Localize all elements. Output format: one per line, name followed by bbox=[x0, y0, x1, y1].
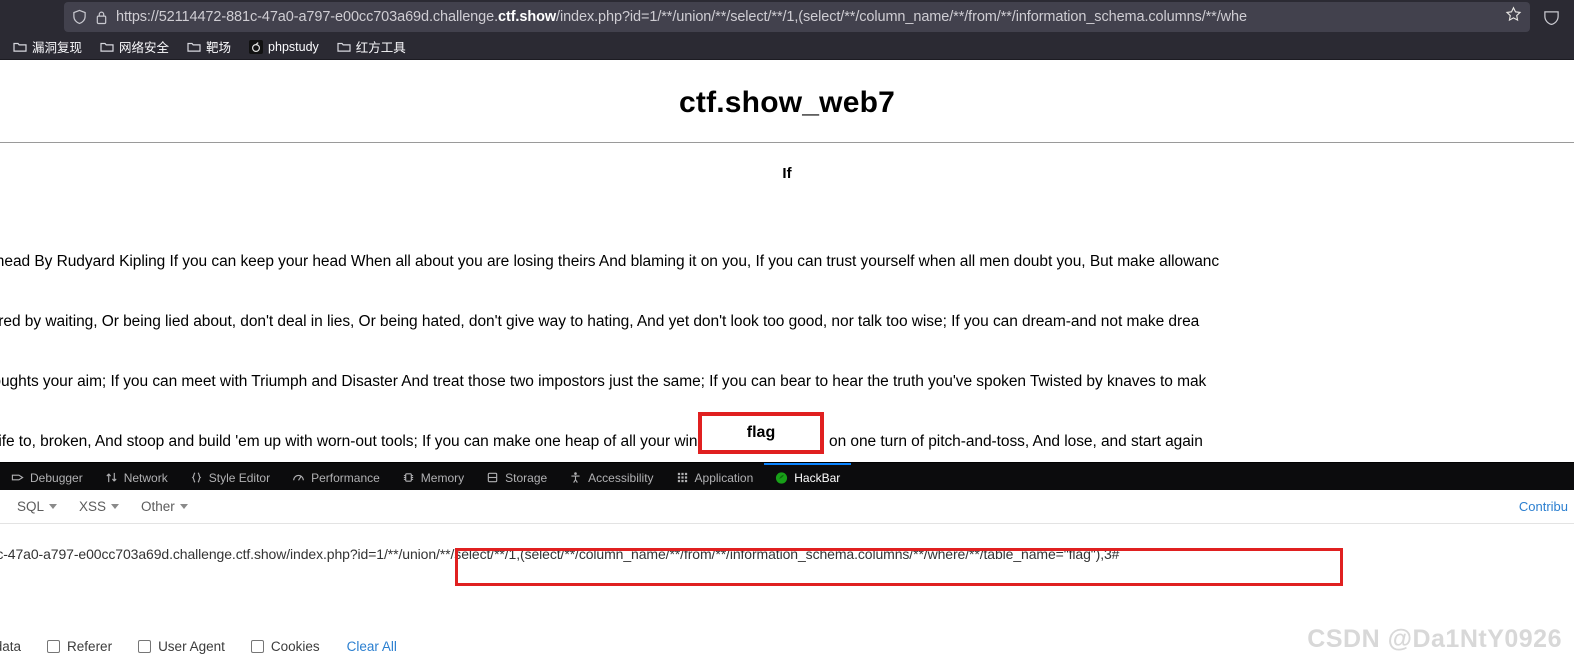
hackbar-url-input[interactable]: s://52114472-881c-47a0-a797-e00cc703a69d… bbox=[0, 546, 1119, 562]
accessibility-icon bbox=[569, 471, 582, 484]
poem-title: If bbox=[782, 165, 792, 182]
performance-icon bbox=[292, 471, 305, 484]
url-text[interactable]: https://52114472-881c-47a0-a797-e00cc703… bbox=[116, 9, 1499, 25]
chevron-down-icon bbox=[111, 504, 120, 509]
tab-memory[interactable]: Memory bbox=[391, 463, 475, 490]
url-bar-row: https://52114472-881c-47a0-a797-e00cc703… bbox=[0, 0, 1574, 34]
tab-performance[interactable]: Performance bbox=[281, 463, 391, 490]
star-icon[interactable] bbox=[1505, 6, 1522, 28]
option-user-agent[interactable]: User Agent bbox=[125, 639, 238, 654]
folder-icon bbox=[187, 40, 201, 54]
devtools-tabbar: Debugger Network Style Editor Performanc… bbox=[0, 462, 1574, 490]
tab-label: HackBar bbox=[794, 470, 841, 485]
application-icon bbox=[676, 471, 689, 484]
hackbar-url-row[interactable]: s://52114472-881c-47a0-a797-e00cc703a69d… bbox=[0, 530, 1574, 578]
menu-sql[interactable]: SQL bbox=[8, 495, 66, 518]
lock-icon[interactable] bbox=[95, 10, 108, 25]
tab-label: Application bbox=[694, 470, 754, 485]
tab-hackbar[interactable]: HackBar bbox=[764, 463, 852, 490]
tab-label: Memory bbox=[420, 470, 465, 485]
style-editor-icon bbox=[190, 471, 203, 484]
hackbar-icon bbox=[775, 471, 788, 484]
option-cookies[interactable]: Cookies bbox=[238, 639, 333, 654]
tab-label: Debugger bbox=[30, 470, 83, 485]
contribute-link[interactable]: Contribu bbox=[1519, 499, 1568, 514]
bookmark-label: phpstudy bbox=[268, 39, 319, 54]
chevron-down-icon bbox=[49, 504, 58, 509]
page-content: ctf.show_web7 If u can keep your head By… bbox=[0, 60, 1574, 462]
bookmark-label: 红方工具 bbox=[355, 41, 406, 55]
storage-icon bbox=[486, 471, 499, 484]
checkbox-icon[interactable] bbox=[47, 639, 61, 653]
page-title: ctf.show_web7 bbox=[679, 86, 895, 119]
bookmark-item[interactable]: 靶场 bbox=[180, 35, 238, 58]
hackbar-toolbar: SQL XSS Other Contribu bbox=[0, 490, 1574, 524]
url-prefix: https://52114472-881c-47a0-a797-e00cc703… bbox=[116, 9, 499, 25]
tab-application[interactable]: Application bbox=[665, 463, 765, 490]
tab-network[interactable]: Network bbox=[94, 463, 179, 490]
checkbox-icon[interactable] bbox=[250, 639, 264, 653]
tab-label: Style Editor bbox=[208, 470, 271, 485]
bookmark-label: 漏洞复现 bbox=[32, 41, 83, 55]
browser-chrome: https://52114472-881c-47a0-a797-e00cc703… bbox=[0, 0, 1574, 60]
option-label: User Agent bbox=[158, 638, 225, 654]
bookmark-item[interactable]: 漏洞复现 bbox=[6, 35, 89, 58]
menu-label: Other bbox=[141, 499, 175, 514]
poem-line: u can keep your head By Rudyard Kipling … bbox=[0, 253, 1220, 270]
flag-result-box: flag bbox=[698, 412, 824, 454]
url-host: ctf.show bbox=[498, 9, 557, 25]
tab-accessibility[interactable]: Accessibility bbox=[558, 463, 664, 490]
clear-all-button[interactable]: Clear All bbox=[333, 639, 397, 654]
tab-label: Storage bbox=[505, 470, 548, 485]
poem-line: wait and not be tired by waiting, Or bei… bbox=[0, 313, 1200, 330]
tab-label: Performance bbox=[311, 470, 380, 485]
bookmark-label: 网络安全 bbox=[119, 41, 170, 55]
option-label: ost data bbox=[0, 638, 22, 654]
folder-icon bbox=[100, 40, 114, 54]
option-label: Referer bbox=[67, 638, 113, 654]
menu-xss[interactable]: XSS bbox=[70, 495, 128, 518]
phpstudy-icon bbox=[249, 39, 264, 54]
tab-label: Network bbox=[123, 470, 168, 485]
url-suffix: /index.php?id=1/**/union/**/select/**/1,… bbox=[556, 9, 1247, 25]
bookmark-item[interactable]: phpstudy bbox=[242, 38, 326, 56]
debugger-icon bbox=[11, 471, 24, 484]
menu-label: SQL bbox=[17, 499, 45, 514]
hackbar-options-row: ost data Referer User Agent Cookies Clea… bbox=[0, 630, 1574, 662]
tab-style-editor[interactable]: Style Editor bbox=[179, 463, 281, 490]
tab-label: Accessibility bbox=[588, 470, 654, 485]
address-bar[interactable]: https://52114472-881c-47a0-a797-e00cc703… bbox=[64, 2, 1530, 32]
folder-icon bbox=[337, 40, 351, 54]
tab-storage[interactable]: Storage bbox=[475, 463, 558, 490]
menu-other[interactable]: Other bbox=[132, 495, 197, 518]
bookmark-label: 靶场 bbox=[206, 41, 232, 55]
hackbar-panel: SQL XSS Other Contribu s://52114472-881c… bbox=[0, 490, 1574, 624]
tab-debugger[interactable]: Debugger bbox=[0, 463, 94, 490]
folder-icon bbox=[13, 40, 27, 54]
flag-label: flag bbox=[746, 424, 776, 441]
pocket-icon[interactable] bbox=[1538, 9, 1564, 26]
bookmarks-bar: 漏洞复现 网络安全 靶场 phpstudy 红方工具 bbox=[0, 34, 1574, 60]
menu-label: XSS bbox=[79, 499, 107, 514]
option-label: Cookies bbox=[270, 638, 320, 654]
checkbox-icon[interactable] bbox=[138, 639, 152, 653]
poem-line: and not make thoughts your aim; If you c… bbox=[0, 373, 1207, 390]
bookmark-item[interactable]: 红方工具 bbox=[330, 35, 413, 58]
shield-icon[interactable] bbox=[72, 9, 87, 25]
network-icon bbox=[105, 471, 118, 484]
option-referer[interactable]: Referer bbox=[34, 639, 125, 654]
chevron-down-icon bbox=[179, 504, 188, 509]
memory-icon bbox=[402, 471, 415, 484]
bookmark-item[interactable]: 网络安全 bbox=[93, 35, 176, 58]
option-post-data[interactable]: ost data bbox=[0, 639, 34, 654]
